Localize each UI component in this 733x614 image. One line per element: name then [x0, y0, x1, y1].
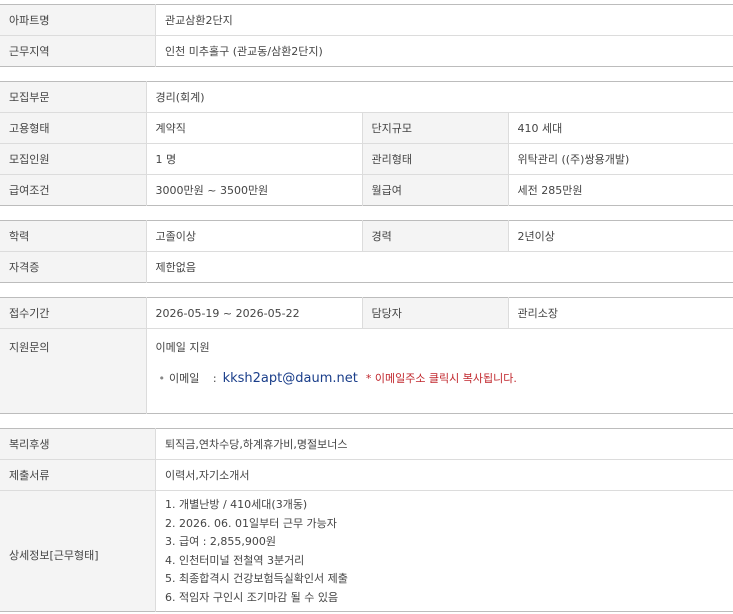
detail-line: 3. 급여 : 2,855,900원 [165, 535, 277, 548]
row-recruit-field: 모집부문 경리(회계) [0, 81, 733, 113]
row-headcount: 모집인원 1 명 관리형태 위탁관리 ((주)쌍용개발) [0, 143, 733, 175]
label-complex-size: 단지규모 [361, 112, 509, 144]
email-line: • 이메일 : kksh2apt@daum.net * 이메일주소 클릭시 복사됩니다… [159, 370, 733, 386]
value-period: 2026-05-19 ~ 2026-05-22 [155, 306, 300, 320]
email-link[interactable]: kksh2apt@daum.net [223, 371, 358, 386]
value-monthly-pay: 세전 285만원 [508, 174, 733, 206]
value-experience: 2년이상 [517, 230, 555, 243]
detail-line: 4. 인천터미널 전철역 3분거리 [165, 553, 305, 567]
label-monthly-pay: 월급여 [361, 174, 509, 206]
value-manager: 관리소장 [517, 307, 558, 320]
section-qualification: 학력 고졸이상 경력 2년이상 자격증 제한없음 [0, 220, 733, 283]
row-welfare: 복리후생 퇴직금,연차수당,하계휴가비,명절보너스 [0, 428, 733, 460]
value-complex-size: 410 세대 [508, 112, 733, 144]
email-separator: : [212, 372, 217, 385]
label-inquiry: 지원문의 [0, 328, 147, 414]
row-workplace: 근무지역 인천 미추홀구 (관교동/삼환2단지) [0, 35, 733, 67]
row-apartment: 아파트명 관교삼환2단지 [0, 4, 733, 36]
label-headcount: 모집인원 [0, 143, 147, 175]
row-documents: 제출서류 이력서,자기소개서 [0, 459, 733, 491]
copy-note: * 이메일주소 클릭시 복사됩니다. [365, 372, 517, 385]
label-employment-type: 고용형태 [0, 112, 147, 144]
label-workplace: 근무지역 [0, 35, 156, 67]
section-apartment: 아파트명 관교삼환2단지 근무지역 인천 미추홀구 (관교동/삼환2단지) [0, 4, 733, 67]
label-education: 학력 [0, 220, 147, 252]
row-details: 상세정보[근무형태] 1. 개별난방 / 410세대(3개동) 2. 2026.… [0, 490, 733, 612]
section-application: 접수기간 2026-05-19 ~ 2026-05-22 담당자 관리소장 지원… [0, 297, 733, 414]
value-employment-type: 계약직 [146, 112, 362, 144]
value-apartment: 관교삼환2단지 [165, 14, 233, 27]
value-details: 1. 개별난방 / 410세대(3개동) 2. 2026. 06. 01일부터 … [155, 490, 733, 612]
value-management-type: 위탁관리 ((주)쌍용개발) [508, 143, 733, 175]
detail-line: 1. 개별난방 / 410세대(3개동) [165, 498, 308, 511]
row-education: 학력 고졸이상 경력 2년이상 [0, 220, 733, 252]
label-details: 상세정보[근무형태] [0, 490, 156, 612]
value-welfare: 퇴직금,연차수당,하계휴가비,명절보너스 [165, 438, 348, 451]
label-management-type: 관리형태 [361, 143, 509, 175]
label-certificate: 자격증 [0, 251, 147, 283]
label-documents: 제출서류 [0, 459, 156, 491]
row-inquiry: 지원문의 이메일 지원 • 이메일 : kksh2apt@daum.net * 이메일… [0, 328, 733, 414]
label-period: 접수기간 [0, 297, 147, 329]
row-employment: 고용형태 계약직 단지규모 410 세대 [0, 112, 733, 144]
row-salary: 급여조건 3000만원 ~ 3500만원 월급여 세전 285만원 [0, 174, 733, 206]
value-recruit-field: 경리(회계) [155, 91, 205, 104]
value-headcount: 1 명 [146, 143, 362, 175]
inquiry-method: 이메일 지원 [155, 341, 210, 354]
label-experience: 경력 [361, 220, 509, 252]
section-recruit: 모집부문 경리(회계) 고용형태 계약직 단지규모 410 세대 모집인원 1 … [0, 81, 733, 206]
label-recruit-field: 모집부문 [0, 81, 147, 113]
row-period: 접수기간 2026-05-19 ~ 2026-05-22 담당자 관리소장 [0, 297, 733, 329]
detail-line: 5. 최종합격시 건강보험득실확인서 제출 [165, 572, 348, 585]
label-apartment: 아파트명 [0, 4, 156, 36]
value-education: 고졸이상 [155, 230, 196, 243]
value-certificate: 제한없음 [146, 251, 733, 283]
job-posting: 아파트명 관교삼환2단지 근무지역 인천 미추홀구 (관교동/삼환2단지) 모집… [0, 0, 733, 612]
section-benefits: 복리후생 퇴직금,연차수당,하계휴가비,명절보너스 제출서류 이력서,자기소개서… [0, 428, 733, 612]
bullet-icon: • [158, 372, 166, 385]
label-manager: 담당자 [361, 297, 509, 329]
value-workplace: 인천 미추홀구 (관교동/삼환2단지) [155, 35, 733, 67]
value-inquiry: 이메일 지원 • 이메일 : kksh2apt@daum.net * 이메일주소 클릭… [146, 328, 733, 414]
value-salary: 3000만원 ~ 3500만원 [146, 174, 362, 206]
value-documents: 이력서,자기소개서 [155, 459, 733, 491]
row-certificate: 자격증 제한없음 [0, 251, 733, 283]
detail-line: 6. 적임자 구인시 조기마감 될 수 있음 [165, 590, 339, 604]
email-label: 이메일 [169, 372, 200, 385]
label-welfare: 복리후생 [0, 428, 156, 460]
label-salary: 급여조건 [0, 174, 147, 206]
detail-line: 2. 2026. 06. 01일부터 근무 가능자 [165, 516, 337, 530]
